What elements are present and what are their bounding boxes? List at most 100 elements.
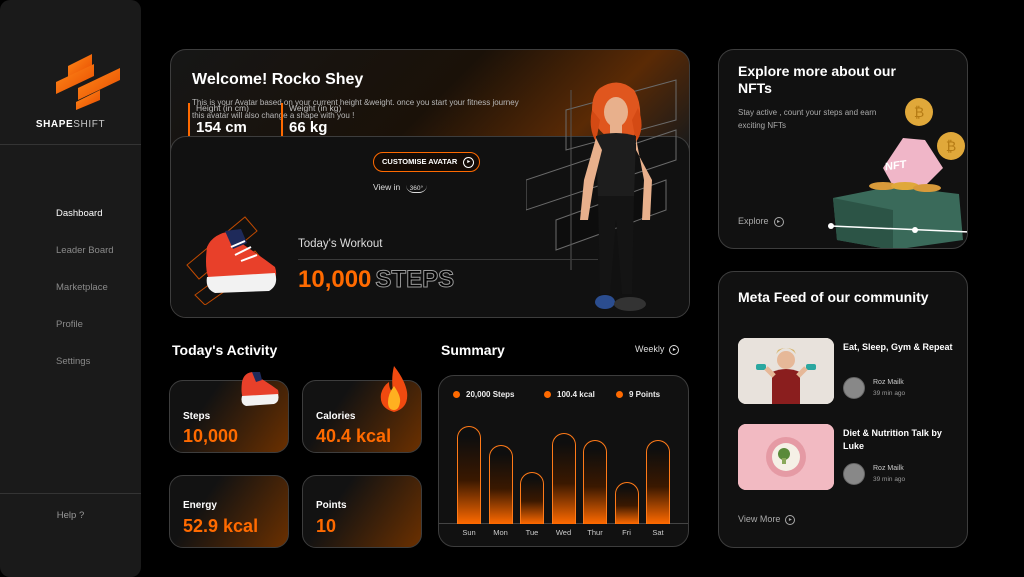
summary-title: Summary xyxy=(441,342,505,358)
feed-post-author: Roz Mailk xyxy=(873,379,904,386)
summary-bar xyxy=(488,445,513,524)
meta-feed-title: Meta Feed of our community xyxy=(738,289,929,305)
workout-value: 10,000 STEPS xyxy=(298,266,455,294)
explore-link[interactable]: Explore ▸ xyxy=(738,216,784,227)
flame-icon xyxy=(380,366,408,412)
feed-post-time: 39 min ago xyxy=(873,390,906,397)
welcome-title: Welcome! Rocko Shey xyxy=(192,71,364,88)
summary-day-label: Tue xyxy=(525,528,539,537)
feed-post-title: Eat, Sleep, Gym & Repeat xyxy=(843,342,953,352)
weight-value: 66 kg xyxy=(289,119,328,136)
feed-post-image xyxy=(738,424,834,490)
gym-woman-icon xyxy=(738,338,834,404)
sidebar-item-settings[interactable]: Settings xyxy=(56,355,114,392)
workout-label: Today's Workout xyxy=(298,238,383,250)
calories-label: Calories xyxy=(316,411,356,422)
height-label: Height (in cm) xyxy=(196,103,249,113)
legend-dot-icon xyxy=(616,391,623,398)
summary-bar xyxy=(646,440,670,524)
weight-label: Weight (in kg) xyxy=(289,103,342,113)
energy-card: Energy 52.9 kcal xyxy=(169,475,289,548)
summary-bar xyxy=(551,433,576,524)
steps-label: Steps xyxy=(183,411,211,422)
summary-chart-card: 20,000 Steps 100.4 kcal 9 Points Sun Mon T… xyxy=(438,375,689,547)
summary-day-label: Fri xyxy=(622,528,631,537)
arrow-right-icon: ▸ xyxy=(785,514,796,525)
nutrition-plate-icon xyxy=(738,424,834,490)
explore-link-label: Explore xyxy=(738,216,769,226)
summary-day-label: Sat xyxy=(652,528,664,537)
feed-post[interactable]: Eat, Sleep, Gym & Repeat Roz Mailk 39 mi… xyxy=(738,338,958,404)
feed-post-time: 39 min ago xyxy=(873,476,906,483)
svg-text:₿: ₿ xyxy=(914,105,924,121)
summary-day-label: Wed xyxy=(555,528,572,537)
points-card: Points 10 xyxy=(302,475,422,548)
customise-avatar-label: CUSTOMISE AVATAR xyxy=(382,157,458,166)
legend-steps: 20,000 Steps xyxy=(453,390,514,399)
sidebar-divider xyxy=(0,493,141,494)
workout-divider xyxy=(298,259,598,260)
view-more-link[interactable]: View More ▸ xyxy=(738,514,796,525)
summary-bar xyxy=(583,440,607,524)
legend-kcal: 100.4 kcal xyxy=(544,390,595,399)
workout-steps-value: 10,000 xyxy=(298,266,372,293)
arrow-right-icon: ▸ xyxy=(669,344,680,355)
weight-stat: Weight (in kg) 66 kg xyxy=(281,103,341,136)
help-link[interactable]: Help ? xyxy=(0,510,141,521)
calories-value: 40.4 kcal xyxy=(316,426,392,446)
energy-value: 52.9 kcal xyxy=(183,516,259,536)
sidebar-divider xyxy=(0,144,141,145)
legend-points-label: 9 Points xyxy=(629,390,661,399)
view-more-label: View More xyxy=(738,514,781,524)
summary-bar xyxy=(457,426,481,524)
avatar xyxy=(843,463,865,485)
view-360-button[interactable]: View in 360° xyxy=(373,182,428,193)
meta-feed-card: Meta Feed of our community Eat, Sleep, G… xyxy=(718,271,968,548)
summary-bar xyxy=(520,472,544,524)
feed-post-title: Diet & Nutrition Talk by Luke xyxy=(843,428,942,451)
avatar-figure-icon xyxy=(580,82,652,311)
brand-name-bold: SHAPE xyxy=(35,119,74,130)
sidebar: SHAPESHIFT Dashboard Leader Board Market… xyxy=(0,0,141,577)
brand-name-light: SHIFT xyxy=(73,119,106,130)
sneaker-icon xyxy=(186,216,277,305)
view-in-label: View in xyxy=(373,182,401,192)
legend-dot-icon xyxy=(544,391,551,398)
brand-name: SHAPESHIFT xyxy=(0,119,141,130)
points-value: 10 xyxy=(316,516,337,536)
sidebar-item-profile[interactable]: Profile xyxy=(56,318,114,355)
feed-post-author: Roz Mailk xyxy=(873,465,904,472)
sidebar-item-dashboard[interactable]: Dashboard xyxy=(56,207,114,244)
summary-day-label: Mon xyxy=(493,528,508,537)
weekly-period-selector[interactable]: Weekly ▸ xyxy=(635,344,680,355)
energy-label: Energy xyxy=(183,500,217,511)
explore-nft-card: Explore more about our NFTs Stay active … xyxy=(718,49,968,249)
shapeshift-logo-icon xyxy=(56,54,120,110)
sneaker-icon xyxy=(241,372,279,406)
sidebar-nav: Dashboard Leader Board Marketplace Profi… xyxy=(56,207,114,392)
sidebar-item-marketplace[interactable]: Marketplace xyxy=(56,281,114,318)
points-label: Points xyxy=(316,500,347,511)
legend-kcal-label: 100.4 kcal xyxy=(557,390,595,399)
svg-text:₿: ₿ xyxy=(946,139,956,155)
steps-value: 10,000 xyxy=(183,426,239,446)
feed-post[interactable]: Diet & Nutrition Talk by Luke Roz Mailk … xyxy=(738,424,958,490)
weekly-label: Weekly xyxy=(635,344,665,354)
legend-dot-icon xyxy=(453,391,460,398)
rotate-360-icon: 360° xyxy=(405,185,428,193)
feed-post-image xyxy=(738,338,834,404)
activity-title: Today's Activity xyxy=(172,342,278,358)
arrow-right-icon: ▸ xyxy=(773,216,784,227)
arrow-right-icon: ▸ xyxy=(463,157,475,168)
height-stat: Height (in cm) 154 cm xyxy=(188,103,249,136)
avatar xyxy=(843,377,865,399)
height-value: 154 cm xyxy=(196,119,247,136)
summary-bar xyxy=(614,482,639,524)
customise-avatar-button[interactable]: CUSTOMISE AVATAR ▸ xyxy=(373,152,481,172)
sidebar-item-leader-board[interactable]: Leader Board xyxy=(56,244,114,281)
legend-steps-label: 20,000 Steps xyxy=(466,390,515,399)
workout-steps-unit: STEPS xyxy=(375,266,455,294)
summary-day-label: Thur xyxy=(587,528,603,537)
summary-day-label: Sun xyxy=(462,528,476,537)
legend-points: 9 Points xyxy=(616,390,660,399)
